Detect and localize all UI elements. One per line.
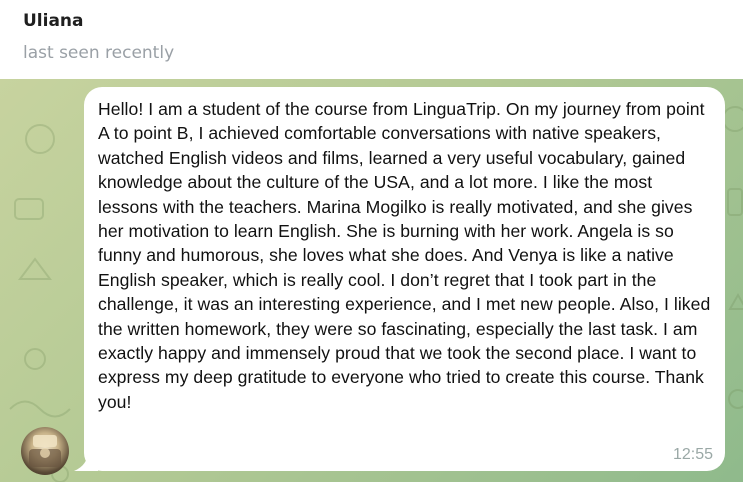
chat-header[interactable]: Uliana last seen recently xyxy=(0,0,743,79)
contact-name[interactable]: Uliana xyxy=(23,11,84,31)
user-avatar[interactable] xyxy=(21,427,69,475)
message-text: Hello! I am a student of the course from… xyxy=(98,99,711,412)
user-avatar-photo-icon xyxy=(29,435,61,467)
contact-status: last seen recently xyxy=(23,43,175,63)
message-time: 12:55 xyxy=(672,446,713,463)
message-bubble[interactable]: Hello! I am a student of the course from… xyxy=(84,87,725,471)
chat-area[interactable]: Hello! I am a student of the course from… xyxy=(0,79,743,482)
